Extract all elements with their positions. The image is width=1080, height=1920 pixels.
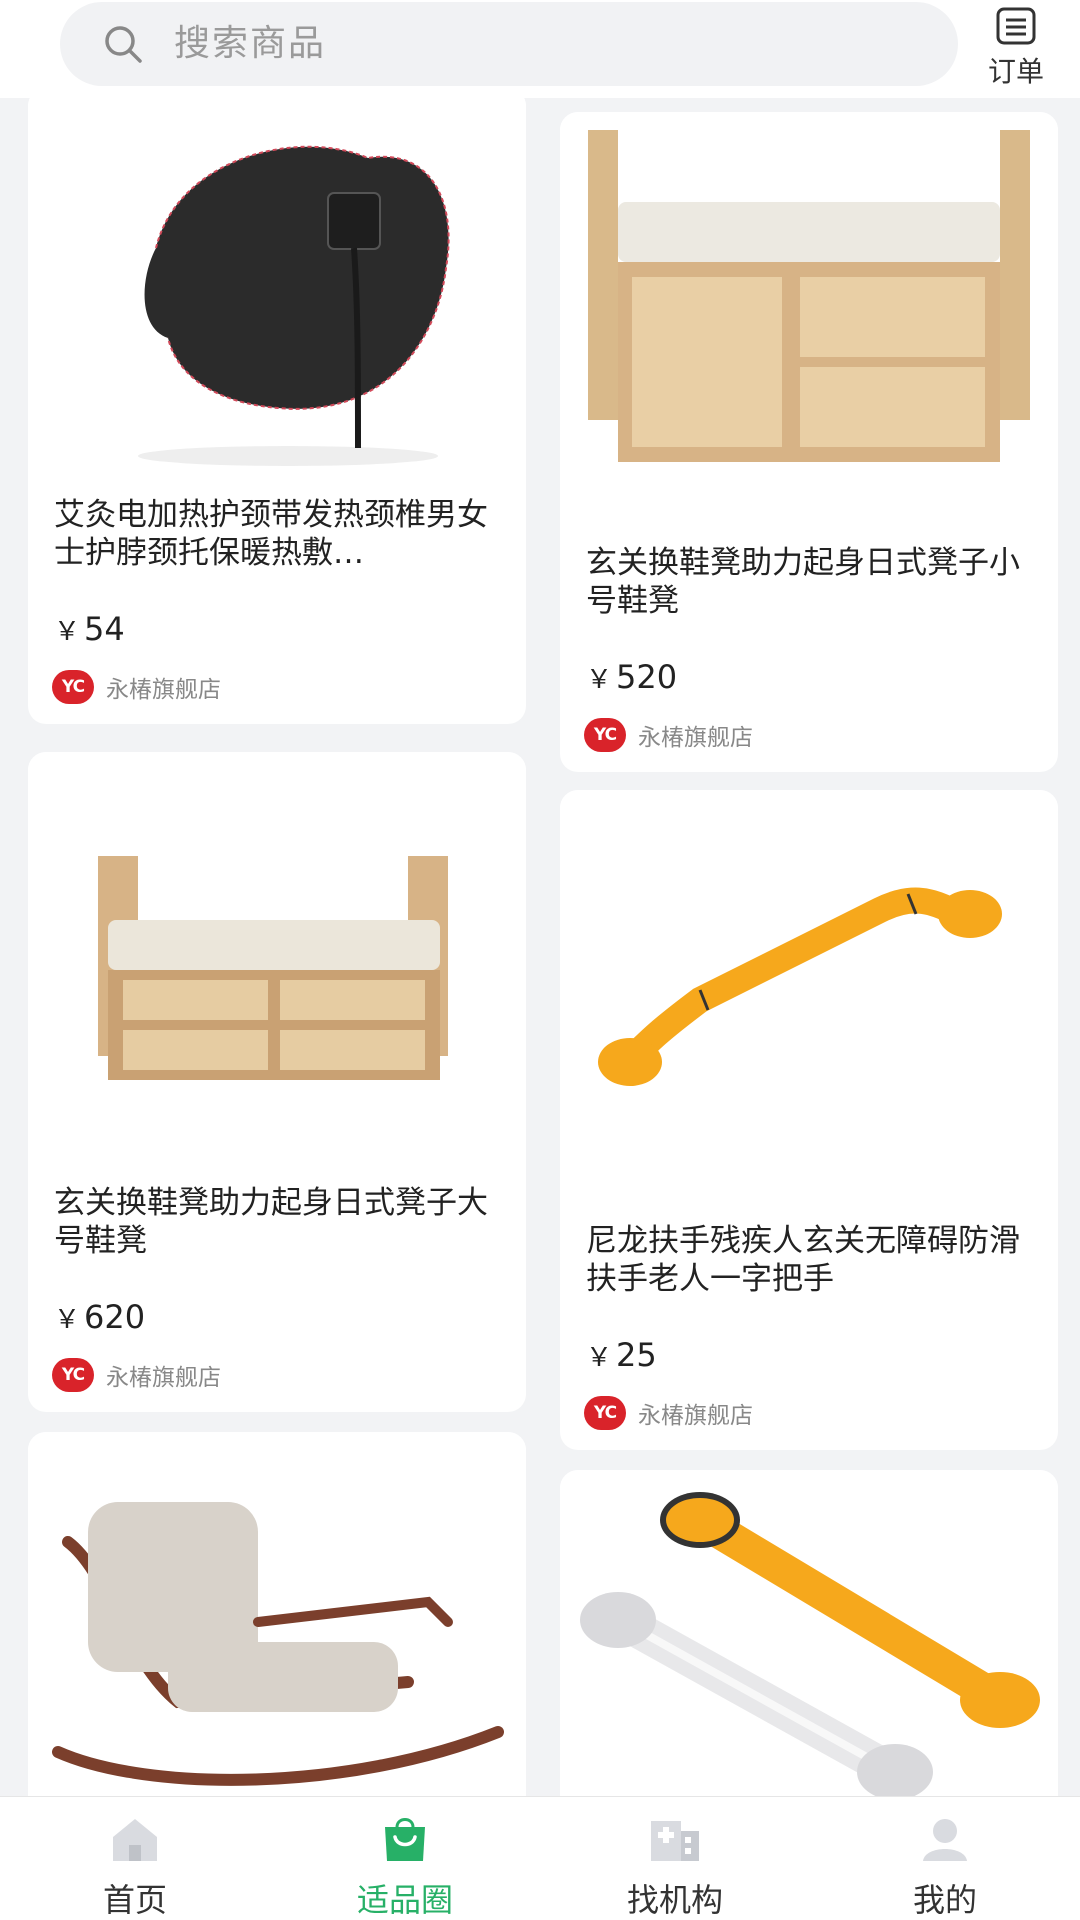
hospital-icon xyxy=(651,1821,699,1861)
nav-label: 我的 xyxy=(912,1881,977,1919)
orders-button[interactable]: 订单 xyxy=(976,4,1056,94)
product-image xyxy=(28,1432,526,1796)
product-image xyxy=(560,790,1058,1210)
product-feed[interactable]: 艾灸电加热护颈带发热颈椎男女士护脖颈托保暖热敷… ￥ 54 YC 永椿旗舰店 玄关 xyxy=(0,98,1080,1796)
order-list-icon xyxy=(996,7,1036,45)
user-icon xyxy=(923,1819,967,1861)
product-title: 玄关换鞋凳助力起身日式凳子小号鞋凳 xyxy=(586,545,1020,619)
product-card[interactable]: 玄关换鞋凳助力起身日式凳子小号鞋凳 ￥ 520 YC 永椿旗舰店 xyxy=(560,112,1058,772)
nav-label: 适品圈 xyxy=(356,1881,453,1919)
product-price: ￥ 620 xyxy=(54,1298,145,1336)
price-value: 520 xyxy=(616,658,678,696)
price-value: 620 xyxy=(84,1298,146,1336)
shop-logo: YC xyxy=(584,718,626,752)
shop-logo: YC xyxy=(52,1358,94,1392)
home-icon xyxy=(113,1819,157,1861)
header: 搜索商品 订单 xyxy=(0,0,1080,98)
bottom-nav: 首页 适品圈 找机构 我的 xyxy=(0,1796,1080,1920)
product-image xyxy=(28,98,526,488)
product-card[interactable] xyxy=(28,1432,526,1796)
app-screen: 搜索商品 订单 艾灸电加热护颈带发热颈椎男女士护脖颈托保暖热敷… ￥ 54 YC… xyxy=(0,0,1080,1920)
currency-symbol: ￥ xyxy=(54,617,81,647)
shop-name: 永椿旗舰店 xyxy=(106,1365,221,1391)
nav-label: 首页 xyxy=(102,1881,167,1919)
product-price: ￥ 25 xyxy=(586,1336,657,1374)
product-image xyxy=(28,752,526,1172)
product-title: 艾灸电加热护颈带发热颈椎男女士护脖颈托保暖热敷… xyxy=(54,497,488,571)
search-bar[interactable]: 搜索商品 xyxy=(60,2,958,86)
shop-name: 永椿旗舰店 xyxy=(638,725,753,751)
price-value: 25 xyxy=(616,1336,657,1374)
product-card[interactable]: 尼龙扶手残疾人玄关无障碍防滑扶手老人一字把手 ￥ 25 YC 永椿旗舰店 xyxy=(560,790,1058,1450)
search-icon xyxy=(105,26,142,63)
product-image xyxy=(560,112,1058,532)
search-placeholder: 搜索商品 xyxy=(174,23,327,64)
product-card[interactable]: 艾灸电加热护颈带发热颈椎男女士护脖颈托保暖热敷… ￥ 54 YC 永椿旗舰店 xyxy=(28,98,526,724)
currency-symbol: ￥ xyxy=(586,665,613,695)
product-image xyxy=(560,1470,1058,1796)
shop-info[interactable]: YC 永椿旗舰店 xyxy=(584,718,753,752)
product-title: 玄关换鞋凳助力起身日式凳子大号鞋凳 xyxy=(54,1185,488,1259)
orders-label: 订单 xyxy=(987,55,1044,88)
currency-symbol: ￥ xyxy=(586,1343,613,1373)
nav-item-institutions[interactable]: 找机构 xyxy=(540,1797,810,1920)
nav-item-profile[interactable]: 我的 xyxy=(810,1797,1080,1920)
shop-info[interactable]: YC 永椿旗舰店 xyxy=(52,1358,221,1392)
shopping-bag-icon xyxy=(385,1818,425,1861)
price-value: 54 xyxy=(84,610,125,648)
currency-symbol: ￥ xyxy=(54,1305,81,1335)
nav-label: 找机构 xyxy=(626,1881,723,1919)
shop-name: 永椿旗舰店 xyxy=(106,677,221,703)
product-title: 尼龙扶手残疾人玄关无障碍防滑扶手老人一字把手 xyxy=(586,1223,1020,1297)
nav-item-home[interactable]: 首页 xyxy=(0,1797,270,1920)
shop-logo: YC xyxy=(52,670,94,704)
shop-info[interactable]: YC 永椿旗舰店 xyxy=(584,1396,753,1430)
nav-item-shop[interactable]: 适品圈 xyxy=(270,1797,540,1920)
product-card[interactable]: 玄关换鞋凳助力起身日式凳子大号鞋凳 ￥ 620 YC 永椿旗舰店 xyxy=(28,752,526,1412)
product-price: ￥ 520 xyxy=(586,658,677,696)
shop-logo: YC xyxy=(584,1396,626,1430)
shop-info[interactable]: YC 永椿旗舰店 xyxy=(52,670,221,704)
shop-name: 永椿旗舰店 xyxy=(638,1403,753,1429)
product-card[interactable] xyxy=(560,1470,1058,1796)
product-price: ￥ 54 xyxy=(54,610,125,648)
